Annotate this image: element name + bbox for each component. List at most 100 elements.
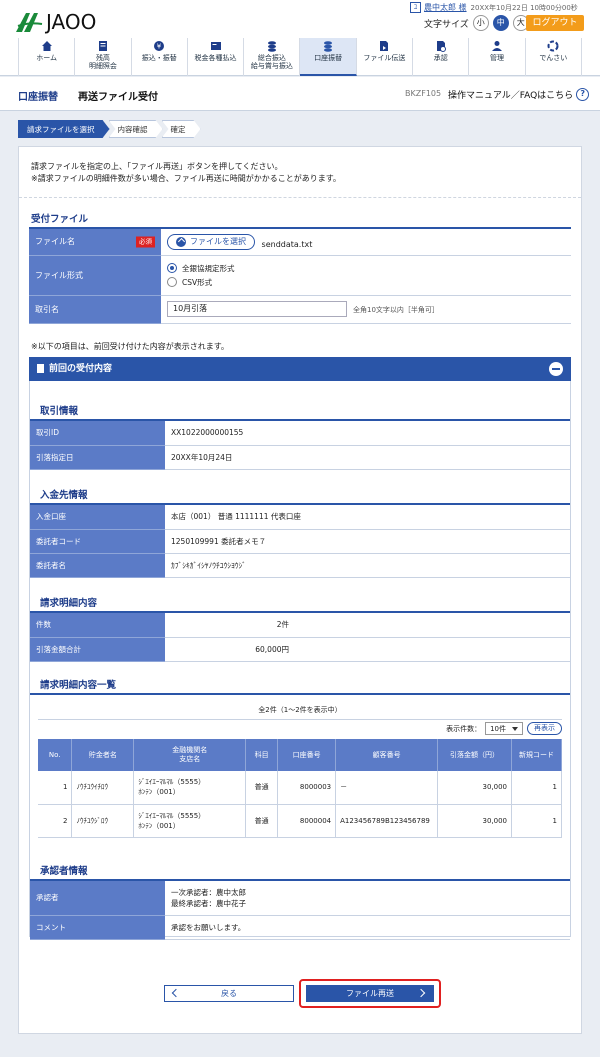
instructions: 請求ファイルを指定の上、「ファイル再送」ボタンを押してください。 ※請求ファイル… xyxy=(31,162,341,183)
previous-panel-header[interactable]: 前回の受付内容 xyxy=(29,357,571,381)
chevron-left-icon xyxy=(171,988,181,998)
user-name-link[interactable]: 農中太郎 様 xyxy=(424,2,467,13)
step-select-file: 請求ファイルを選択 xyxy=(18,120,110,138)
list-title: 請求明細内容一覧 xyxy=(40,680,117,691)
list-summary: 全2件（1～2件を表示中） xyxy=(258,706,342,714)
back-button[interactable]: 戻る xyxy=(164,985,294,1002)
step-confirm: 内容確認 xyxy=(109,120,163,138)
detail-list-table: No. 貯金者名 金融機関名 支店名 科目 口座番号 顧客番号 引落金額（円） … xyxy=(38,739,562,838)
font-size-label: 文字サイズ xyxy=(424,19,469,30)
main-nav: ホーム 残高 明細照会 ¥ 振込・振替 税金各種払込 総合振込 給与賞与振込 口座… xyxy=(18,38,582,76)
detail-title: 請求明細内容 xyxy=(40,598,98,609)
col-type: 科目 xyxy=(245,739,279,771)
step-indicator: 請求ファイルを選択 内容確認 確定 xyxy=(18,120,200,138)
per-page-select[interactable]: 10件 xyxy=(485,722,523,735)
home-icon xyxy=(41,41,52,51)
tax-icon xyxy=(210,42,221,50)
radio-checked[interactable] xyxy=(167,263,177,273)
file-format-cell: 全銀協規定形式 CSV形式 xyxy=(161,255,571,296)
upload-icon xyxy=(176,236,186,247)
resend-file-button[interactable]: ファイル再送 xyxy=(306,985,434,1002)
nav-home[interactable]: ホーム xyxy=(18,38,76,76)
nav-account-transfer[interactable]: 口座振替 xyxy=(300,38,357,76)
user-info: ﾕ 農中太郎 様 20XX年10月22日 10時00分00秒 xyxy=(410,2,578,13)
payee-title: 入金先情報 xyxy=(40,490,88,501)
approver-label: 承認者 xyxy=(30,881,165,916)
help-question-icon: ? xyxy=(576,88,590,101)
table-row: 1 ﾉｳﾁﾕｳｲﾁﾛｳ ｼﾞｴｲｴｰﾏﾙﾏﾙ（5555） ﾎﾝﾃﾝ（001） 普通… xyxy=(38,771,562,805)
step-complete: 確定 xyxy=(162,120,201,138)
deal-info-title: 取引情報 xyxy=(40,406,79,417)
logout-button[interactable]: ログアウト xyxy=(526,15,584,31)
section-rule xyxy=(30,693,570,695)
screen-id: BKZF105 xyxy=(405,89,442,98)
action-buttons: 戻る ファイル再送 xyxy=(19,979,581,1009)
selected-file-name: senddata.txt xyxy=(261,239,313,249)
divider xyxy=(19,197,581,198)
account-transfer-icon xyxy=(324,41,333,52)
detail-table: 件数 2件 引落金額合計 60,000円 xyxy=(30,613,570,662)
ja-logo-icon xyxy=(14,10,44,34)
file-format-label: ファイル形式 xyxy=(29,255,161,296)
resend-highlight: ファイル再送 xyxy=(299,979,441,1008)
comment-value: 承認をお願いします。 xyxy=(165,915,570,940)
nav-admin[interactable]: 管理 xyxy=(469,38,526,76)
deal-name-hint: 全角10文字以内［半角可］ xyxy=(353,305,439,314)
upload-form: ファイル名 必須 ファイルを選択 senddata.txt ファイル形式 全銀協規… xyxy=(29,229,571,324)
format-zengin-radio[interactable]: 全銀協規定形式 xyxy=(167,261,565,275)
page-title-bar: 口座振替 再送ファイル受付 BKZF105 操作マニュアル／FAQはこちら? xyxy=(0,77,600,111)
payee-account-value: 本店（001） 普通 1111111 代表口座 xyxy=(165,505,570,530)
page-title: 再送ファイル受付 xyxy=(78,92,158,103)
radio-unchecked[interactable] xyxy=(167,277,177,287)
debit-date-label: 引落指定日 xyxy=(30,445,165,470)
consignor-code-label: 委託者コード xyxy=(30,529,165,554)
upload-section-title: 受付ファイル xyxy=(31,214,89,225)
svg-text:¥: ¥ xyxy=(157,43,162,51)
col-new-code: 新規コード xyxy=(511,739,562,771)
payee-table: 入金口座 本店（001） 普通 1111111 代表口座 委託者コード 125010… xyxy=(30,505,570,578)
col-name: 貯金者名 xyxy=(71,739,135,771)
format-csv-radio[interactable]: CSV形式 xyxy=(167,275,565,289)
nav-densai[interactable]: でんさい xyxy=(526,38,582,76)
redisplay-button[interactable]: 再表示 xyxy=(527,722,562,735)
col-account: 口座番号 xyxy=(277,739,337,771)
nav-transfer[interactable]: ¥ 振込・振替 xyxy=(132,38,188,76)
user-icon: ﾕ xyxy=(410,2,421,13)
logo-text: JAOO xyxy=(46,10,97,34)
densai-icon xyxy=(547,40,559,52)
approver-title: 承認者情報 xyxy=(40,866,88,877)
page-category: 口座振替 xyxy=(18,92,58,103)
main-card: 請求ファイルを指定の上、「ファイル再送」ボタンを押してください。 ※請求ファイル… xyxy=(18,146,582,1034)
col-amount: 引落金額（円） xyxy=(437,739,512,771)
deal-id-label: 取引ID xyxy=(30,421,165,446)
font-size-small-button[interactable]: 小 xyxy=(472,15,489,31)
file-name-cell: ファイルを選択 senddata.txt xyxy=(161,229,571,256)
consignor-name-value: ｶﾌﾞｼｷｶﾞｲｼﾔﾉｳﾁﾕｳｼﾖｳｼﾞ xyxy=(165,553,570,578)
comment-label: コメント xyxy=(30,915,165,940)
table-row: 2 ﾉｳﾁﾕｳｼﾞﾛｳ ｼﾞｴｲｴｰﾏﾙﾏﾙ（5555） ﾎﾝﾃﾝ（001） 普通… xyxy=(38,804,562,838)
logo[interactable]: JAOO xyxy=(14,8,96,36)
previous-note: ※以下の項目は、前回受け付けた内容が表示されます。 xyxy=(31,342,229,351)
per-page-label: 表示件数： xyxy=(446,724,482,733)
transfer-icon: ¥ xyxy=(154,41,165,51)
help-link[interactable]: 操作マニュアル／FAQはこちら? xyxy=(448,88,590,101)
deal-name-label: 取引名 xyxy=(29,295,161,324)
nav-bulk-transfer[interactable]: 総合振込 給与賞与振込 xyxy=(244,38,301,76)
nav-file-transfer[interactable]: ファイル伝送 xyxy=(357,38,414,76)
deal-id-value: XX1022000000155 xyxy=(165,421,570,446)
select-file-button[interactable]: ファイルを選択 xyxy=(167,233,255,250)
deal-name-cell: 10月引落 全角10文字以内［半角可］ xyxy=(161,295,571,324)
deal-name-input[interactable]: 10月引落 xyxy=(167,301,347,317)
col-bank: 金融機関名 支店名 xyxy=(133,739,247,771)
font-size-switcher: 文字サイズ 小 中 大 xyxy=(424,15,533,31)
nav-tax[interactable]: 税金各種払込 xyxy=(188,38,245,76)
count-label: 件数 xyxy=(30,613,165,638)
required-badge: 必須 xyxy=(136,236,155,248)
approver-table: 承認者 一次承認者：農中太郎 最終承認者：農中花子 コメント 承認をお願いします。 xyxy=(30,881,570,940)
nav-balance[interactable]: 残高 明細照会 xyxy=(75,38,132,76)
collapse-icon[interactable] xyxy=(549,362,563,376)
total-label: 引落金額合計 xyxy=(30,637,165,662)
previous-panel-body: 取引情報 取引ID XX1022000000155 引落指定日 20XX年10月24… xyxy=(29,381,571,940)
font-size-medium-button[interactable]: 中 xyxy=(492,15,509,31)
nav-approval[interactable]: 承認 xyxy=(413,38,470,76)
